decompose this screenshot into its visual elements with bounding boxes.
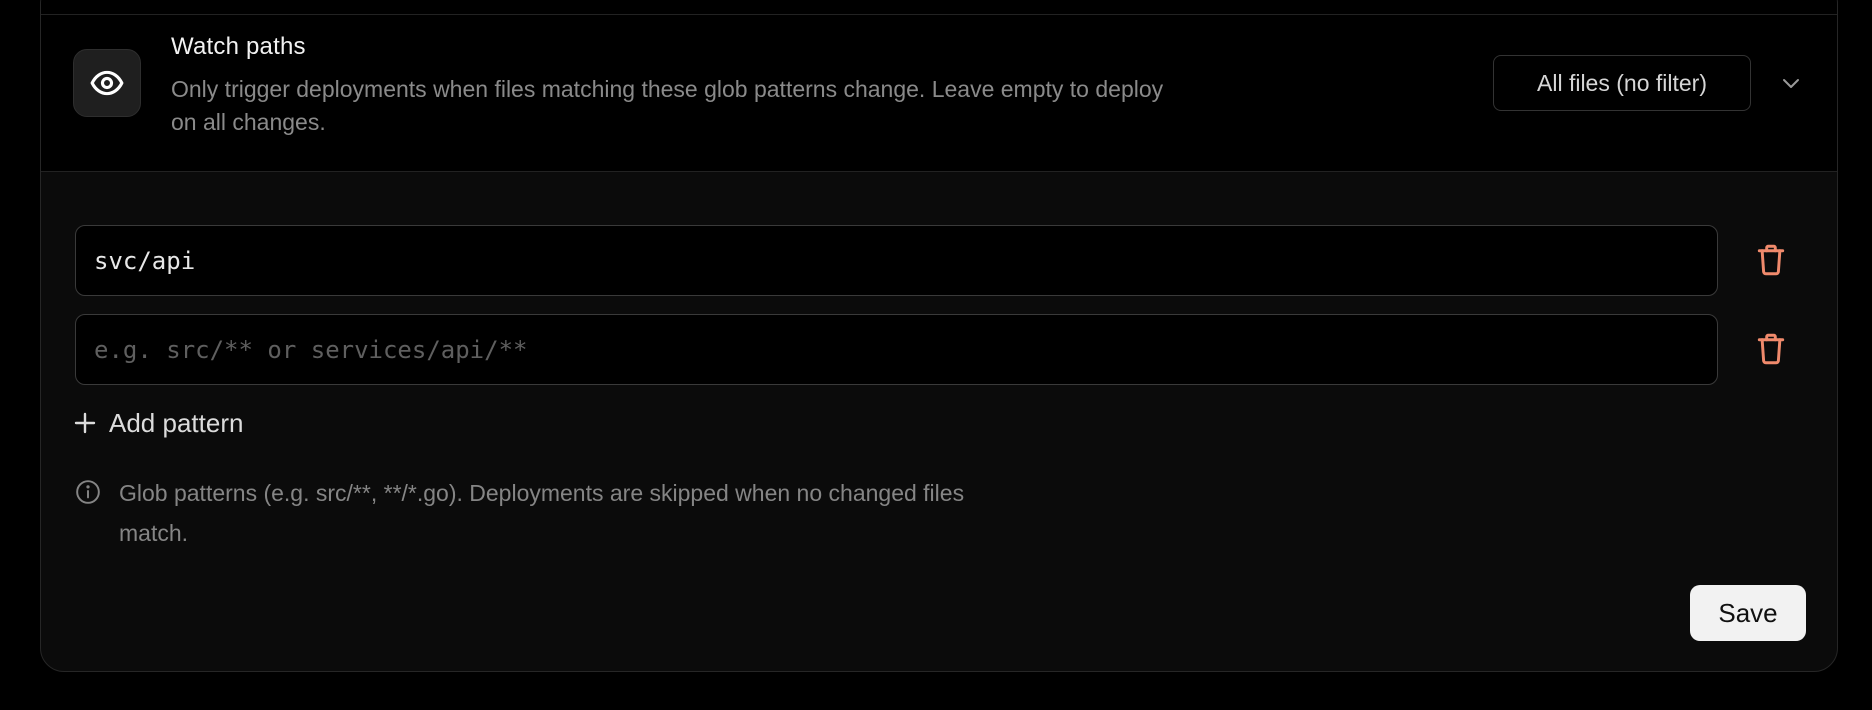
filter-mode-select[interactable]: All files (no filter)	[1493, 55, 1751, 111]
delete-pattern-button[interactable]	[1753, 240, 1789, 280]
section-description: Only trigger deployments when files matc…	[171, 76, 1164, 135]
add-pattern-button[interactable]: Add pattern	[73, 403, 243, 443]
save-button[interactable]: Save	[1690, 585, 1806, 641]
chevron-down-icon[interactable]	[1779, 71, 1803, 95]
pattern-input[interactable]	[75, 225, 1718, 296]
pattern-input[interactable]	[75, 314, 1718, 385]
trash-icon	[1757, 333, 1785, 365]
watch-paths-panel: Watch paths Only trigger deployments whe…	[40, 0, 1838, 672]
info-icon	[76, 480, 100, 504]
plus-icon	[74, 412, 96, 434]
delete-pattern-button[interactable]	[1753, 329, 1789, 369]
previous-section-bottom	[41, 0, 1837, 15]
info-text: Glob patterns (e.g. src/**, **/*.go). De…	[119, 480, 965, 546]
watch-paths-header: Watch paths Only trigger deployments whe…	[41, 15, 1837, 172]
eye-icon	[90, 70, 124, 96]
eye-icon-badge	[73, 49, 141, 117]
trash-icon	[1757, 244, 1785, 276]
filter-mode-value: All files (no filter)	[1537, 69, 1707, 96]
add-pattern-label: Add pattern	[109, 407, 244, 438]
section-title: Watch paths	[171, 33, 306, 60]
